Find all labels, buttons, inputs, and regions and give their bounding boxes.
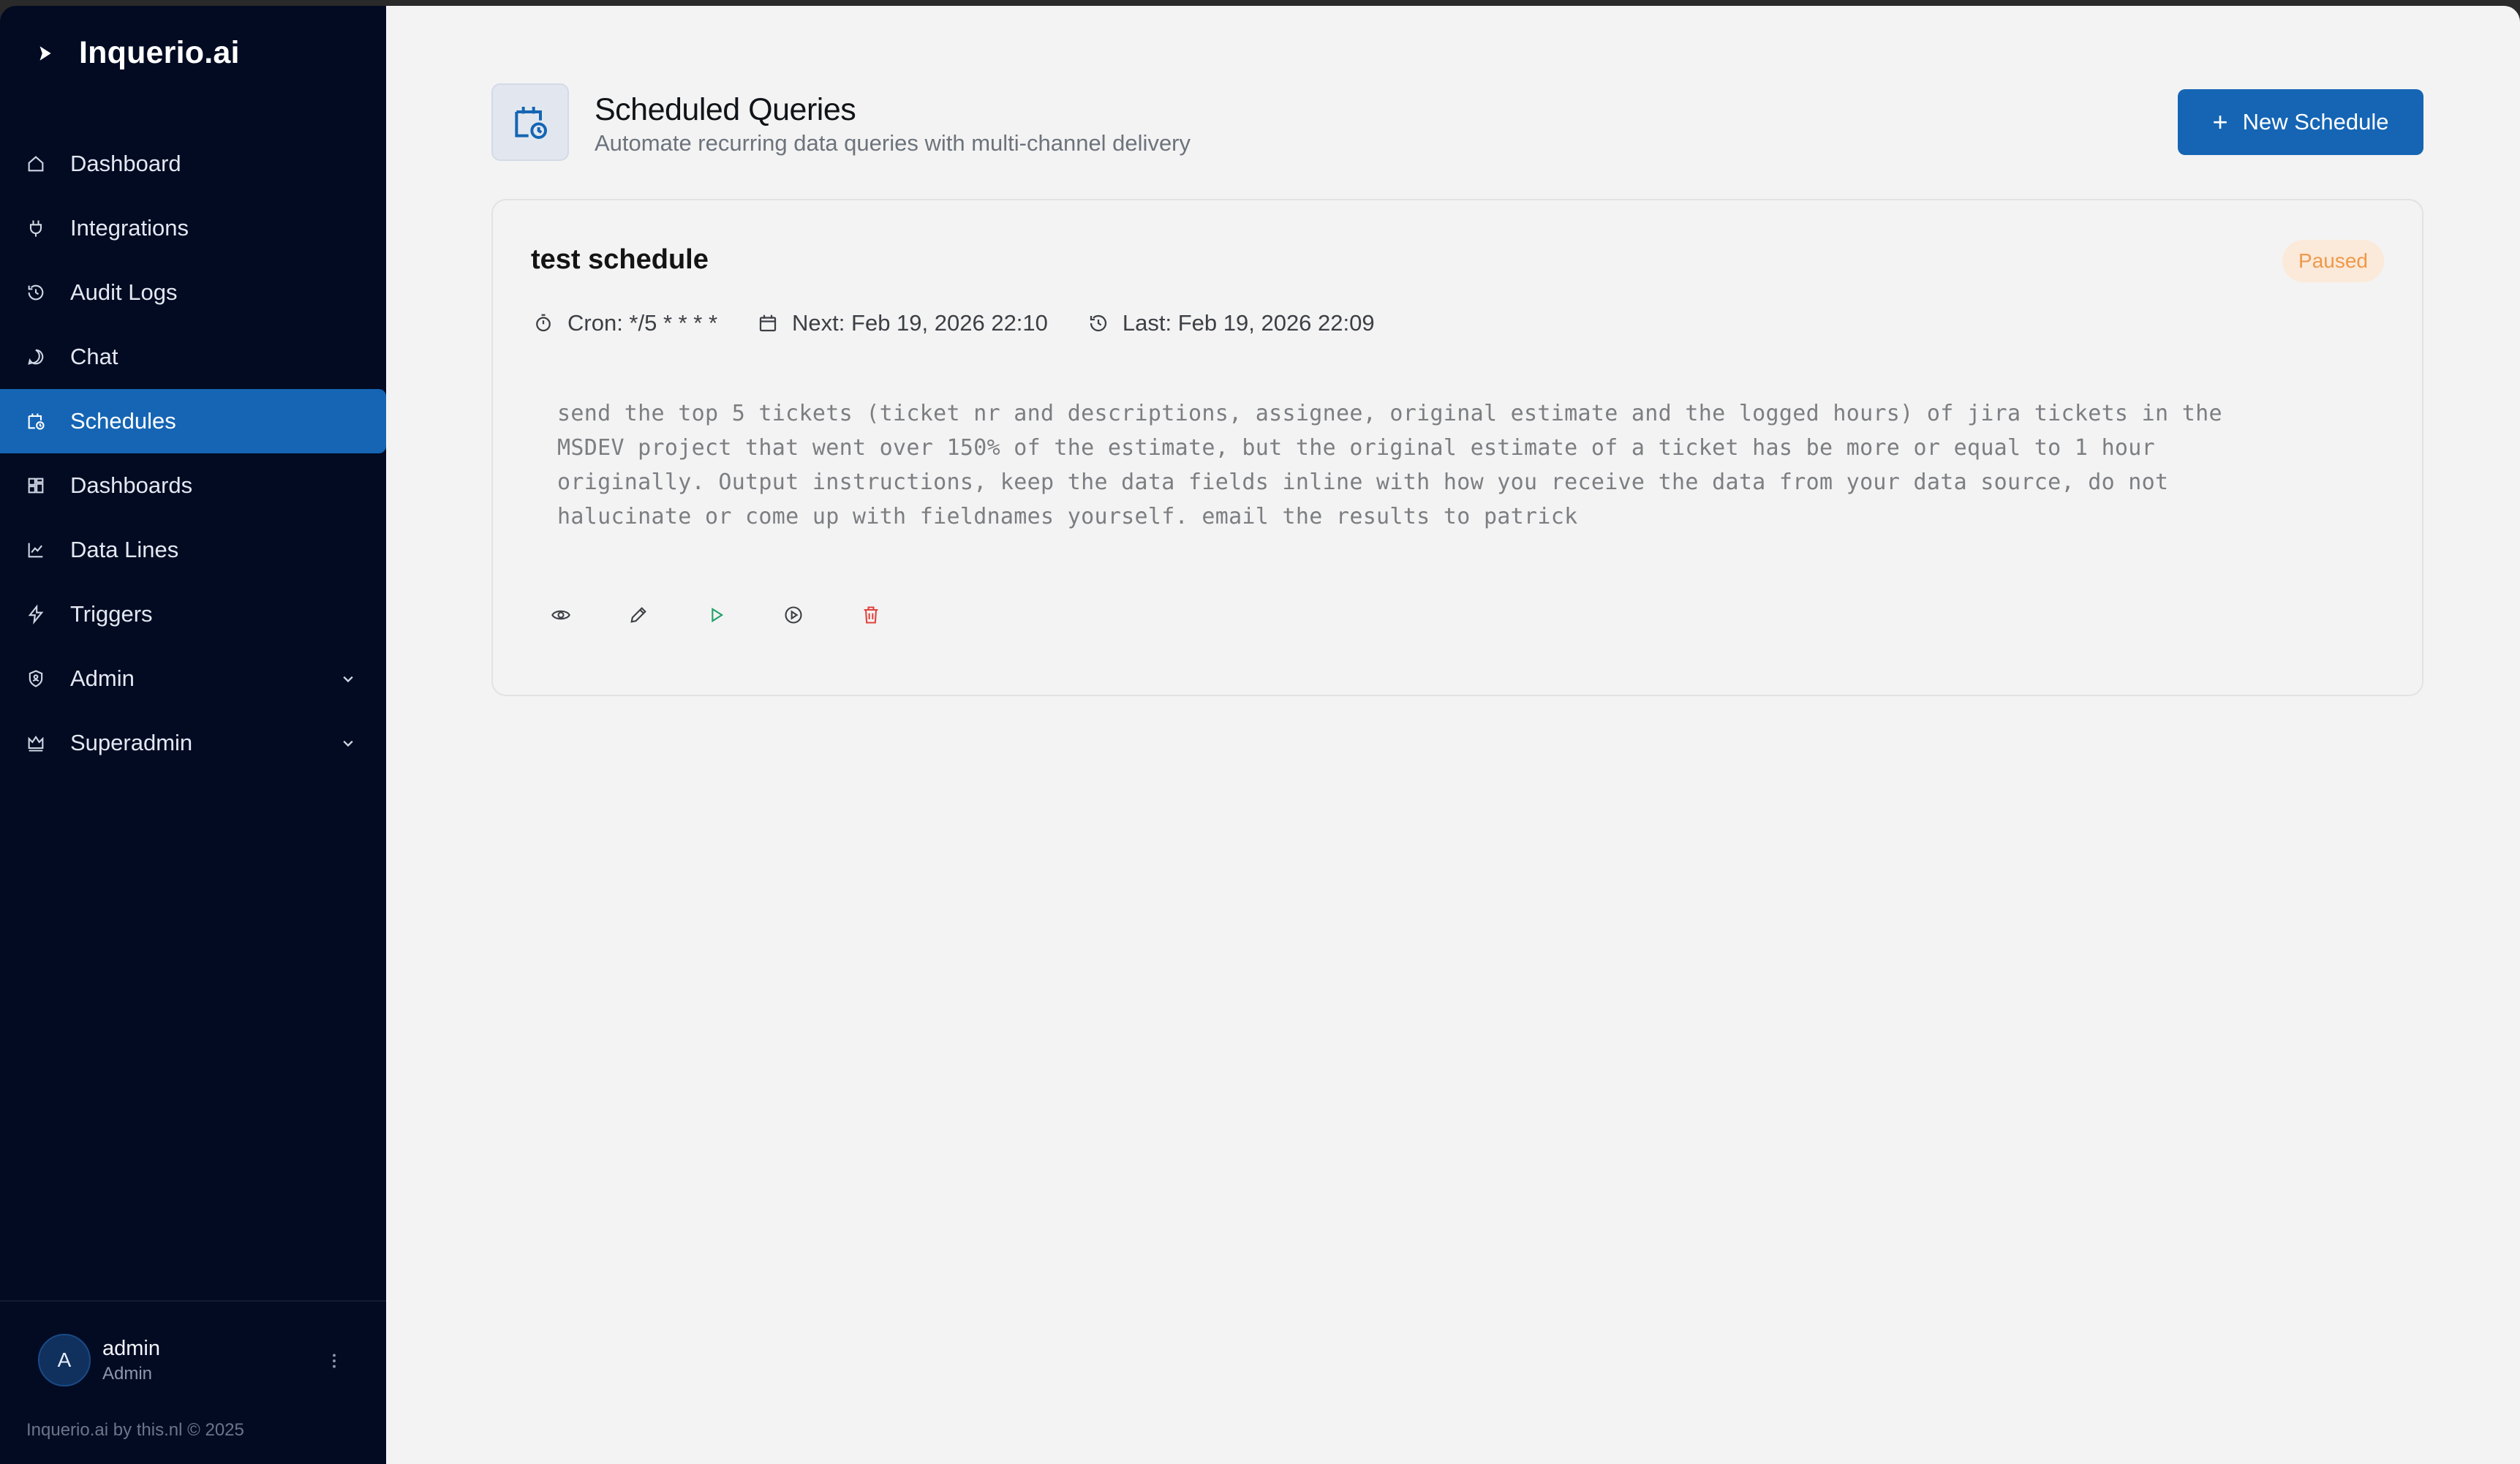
sidebar-item-label: Dashboard bbox=[70, 151, 181, 176]
sidebar-item-dashboards[interactable]: Dashboards bbox=[0, 453, 386, 518]
sidebar-item-label: Chat bbox=[70, 344, 118, 369]
crown-icon bbox=[25, 732, 47, 754]
user-name: admin bbox=[102, 1336, 160, 1360]
shield-icon bbox=[25, 668, 47, 690]
sidebar-item-label: Admin bbox=[70, 665, 135, 691]
schedule-actions bbox=[550, 604, 938, 626]
user-role: Admin bbox=[102, 1363, 153, 1384]
more-options-icon[interactable] bbox=[322, 1348, 347, 1373]
chevron-down-icon[interactable] bbox=[338, 668, 358, 689]
status-badge: Paused bbox=[2282, 240, 2384, 282]
page-subtitle: Automate recurring data queries with mul… bbox=[595, 130, 1191, 156]
sidebar-item-label: Superadmin bbox=[70, 730, 193, 755]
new-schedule-button[interactable]: + New Schedule bbox=[2178, 89, 2423, 155]
new-schedule-label: New Schedule bbox=[2242, 109, 2389, 135]
sidebar-item-admin[interactable]: Admin bbox=[0, 646, 386, 711]
schedule-card: test schedule Paused Cron: */5 * * * * N… bbox=[491, 199, 2423, 696]
history-icon bbox=[1090, 314, 1107, 332]
sidebar-item-schedules[interactable]: Schedules bbox=[0, 389, 386, 453]
chevron-down-icon[interactable] bbox=[338, 733, 358, 753]
avatar: A bbox=[38, 1334, 91, 1386]
resume-icon[interactable] bbox=[782, 604, 804, 626]
run-now-icon[interactable] bbox=[705, 604, 727, 626]
lightning-icon bbox=[25, 603, 47, 625]
sidebar-divider bbox=[0, 1300, 386, 1302]
grid-icon bbox=[25, 475, 47, 497]
next-run-text: Next: Feb 19, 2026 22:10 bbox=[792, 310, 1048, 336]
calendar-clock-icon bbox=[491, 83, 569, 161]
footer-copyright: Inquerio.ai by this.nl © 2025 bbox=[26, 1420, 244, 1440]
query-line: send the top 5 tickets (ticket nr and de… bbox=[557, 401, 2222, 426]
sidebar-item-label: Dashboards bbox=[70, 472, 193, 498]
schedule-meta: Cron: */5 * * * * Next: Feb 19, 2026 22:… bbox=[532, 310, 1414, 336]
plug-icon bbox=[25, 217, 47, 239]
user-meta: admin Admin bbox=[102, 1337, 160, 1384]
line-chart-icon bbox=[25, 539, 47, 561]
sidebar: Inquerio.ai Dashboard Integrations Audit… bbox=[0, 6, 386, 1464]
sidebar-item-label: Audit Logs bbox=[70, 279, 178, 305]
next-run-info: Next: Feb 19, 2026 22:10 bbox=[757, 310, 1048, 336]
query-text: send the top 5 tickets (ticket nr and de… bbox=[557, 396, 2356, 534]
query-line: halucinate or come up with fieldnames yo… bbox=[557, 504, 1578, 529]
sidebar-nav: Dashboard Integrations Audit Logs Chat S… bbox=[0, 132, 386, 775]
sidebar-item-triggers[interactable]: Triggers bbox=[0, 582, 386, 646]
page-title: Scheduled Queries bbox=[595, 92, 856, 127]
sidebar-item-chat[interactable]: Chat bbox=[0, 325, 386, 389]
sidebar-item-label: Schedules bbox=[70, 408, 176, 434]
history-icon bbox=[25, 282, 47, 303]
view-icon[interactable] bbox=[550, 604, 572, 626]
delete-icon[interactable] bbox=[860, 604, 882, 626]
calendar-clock-icon bbox=[25, 410, 47, 432]
query-line: MSDEV project that went over 150% of the… bbox=[557, 435, 2156, 461]
app-window: Inquerio.ai Dashboard Integrations Audit… bbox=[0, 6, 2520, 1464]
brand-name: Inquerio.ai bbox=[79, 35, 240, 70]
timer-icon bbox=[536, 314, 551, 332]
sidebar-item-data-lines[interactable]: Data Lines bbox=[0, 518, 386, 582]
main-content: Scheduled Queries Automate recurring dat… bbox=[386, 6, 2520, 1464]
cron-text: Cron: */5 * * * * bbox=[567, 310, 718, 336]
sidebar-item-label: Triggers bbox=[70, 601, 153, 627]
logo-icon bbox=[35, 42, 57, 64]
sidebar-item-audit-logs[interactable]: Audit Logs bbox=[0, 260, 386, 325]
user-profile[interactable]: A admin Admin bbox=[38, 1334, 160, 1386]
cron-info: Cron: */5 * * * * bbox=[532, 310, 717, 336]
plus-icon: + bbox=[2212, 107, 2228, 137]
sidebar-item-integrations[interactable]: Integrations bbox=[0, 196, 386, 260]
sidebar-item-dashboard[interactable]: Dashboard bbox=[0, 132, 386, 196]
edit-icon[interactable] bbox=[627, 604, 649, 626]
query-line: originally. Output instructions, keep th… bbox=[557, 469, 2169, 495]
calendar-icon bbox=[759, 314, 777, 332]
brand[interactable]: Inquerio.ai bbox=[35, 35, 240, 71]
sidebar-item-superadmin[interactable]: Superadmin bbox=[0, 711, 386, 775]
chat-icon bbox=[25, 346, 47, 368]
last-run-info: Last: Feb 19, 2026 22:09 bbox=[1087, 310, 1375, 336]
home-icon bbox=[25, 153, 47, 175]
sidebar-item-label: Data Lines bbox=[70, 537, 179, 562]
last-run-text: Last: Feb 19, 2026 22:09 bbox=[1122, 310, 1375, 336]
sidebar-item-label: Integrations bbox=[70, 215, 189, 241]
schedule-title: test schedule bbox=[531, 244, 709, 275]
